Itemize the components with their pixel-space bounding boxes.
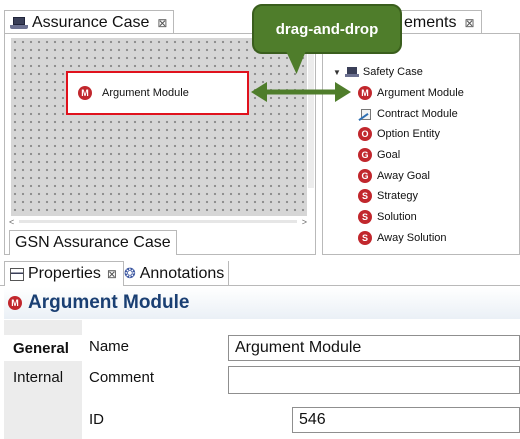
tree-item-label: Option Entity [377, 128, 440, 141]
expand-triangle-icon[interactable]: ▼ [333, 68, 341, 77]
scroll-right-icon[interactable]: > [302, 217, 307, 227]
tree-item-away-goal[interactable]: G Away Goal [333, 165, 464, 186]
tree-item-label: Argument Module [377, 87, 464, 100]
tree-item-safety-case[interactable]: ▼ Safety Case [333, 62, 464, 83]
callout-pointer [286, 52, 309, 74]
away-solution-icon: S [358, 230, 372, 245]
tree-item-label: Strategy [377, 190, 418, 203]
properties-icon [10, 267, 24, 281]
comment-label: Comment [89, 369, 155, 386]
module-icon: M [78, 86, 92, 100]
diagram-canvas[interactable]: M Argument Module [11, 38, 307, 216]
name-label: Name [89, 338, 130, 355]
close-icon[interactable]: ⊠ [107, 267, 117, 281]
tree-item-away-solution[interactable]: S Away Solution [333, 228, 464, 249]
id-field[interactable]: 546 [292, 407, 520, 433]
tab-properties[interactable]: Properties ⊠ [4, 261, 124, 286]
contract-icon [358, 107, 372, 121]
elements-palette: ▼ Safety Case M Argument Module Contract… [322, 33, 520, 255]
id-label: ID [89, 411, 104, 428]
away-goal-icon: G [358, 168, 372, 183]
tab-label: GSN Assurance Case [15, 234, 171, 251]
drag-and-drop-callout: drag-and-drop [252, 4, 402, 54]
tab-label: Properties [28, 265, 101, 282]
tab-label: ements [404, 13, 457, 31]
element-tree: ▼ Safety Case M Argument Module Contract… [333, 62, 464, 248]
tab-label: Assurance Case [32, 13, 150, 31]
comment-field[interactable] [228, 366, 520, 394]
properties-title: Argument Module [28, 292, 190, 313]
tree-item-label: Away Solution [377, 231, 447, 244]
tree-item-strategy[interactable]: S Strategy [333, 186, 464, 207]
module-icon: M [8, 296, 22, 310]
tree-item-argument-module[interactable]: M Argument Module [333, 83, 464, 104]
tree-item-solution[interactable]: S Solution [333, 207, 464, 228]
argument-module-node[interactable]: M Argument Module [66, 71, 249, 115]
tab-annotations[interactable]: ❂ Annotations [124, 261, 230, 286]
tree-item-contract-module[interactable]: Contract Module [333, 103, 464, 124]
solution-icon: S [358, 210, 372, 225]
horizontal-scrollbar[interactable]: < > [9, 217, 307, 227]
side-tab-label: General [13, 339, 69, 357]
double-arrow-icon [251, 82, 351, 102]
tree-item-goal[interactable]: G Goal [333, 145, 464, 166]
tree-item-label: Contract Module [377, 107, 458, 120]
tab-assurance-case[interactable]: Assurance Case ⊠ [4, 10, 175, 34]
side-tab-internal[interactable]: Internal [4, 364, 82, 390]
diagram-editor: M Argument Module < > GSN Assurance Case [4, 33, 316, 255]
laptop-icon [10, 16, 28, 30]
side-tab-general[interactable]: General [4, 335, 82, 361]
close-icon[interactable]: ⊠ [464, 16, 474, 30]
tree-item-label: Solution [377, 211, 417, 224]
module-icon: M [358, 86, 372, 101]
callout-label: drag-and-drop [275, 20, 379, 38]
scroll-left-icon[interactable]: < [9, 217, 14, 227]
tree-item-option-entity[interactable]: O Option Entity [333, 124, 464, 145]
tree-item-label: Goal [377, 149, 401, 162]
tab-elements[interactable]: ements ⊠ [400, 10, 482, 34]
goal-icon: G [358, 148, 372, 163]
name-field[interactable]: Argument Module [228, 335, 520, 361]
annotations-icon: ❂ [124, 265, 136, 281]
tree-item-label: Away Goal [377, 169, 430, 182]
tab-label: Annotations [139, 264, 225, 282]
tree-item-label: Safety Case [362, 66, 423, 79]
properties-side-tabs: General Internal [4, 320, 82, 439]
node-label: Argument Module [102, 87, 189, 99]
side-tab-label: Internal [13, 368, 64, 386]
option-icon: O [358, 127, 372, 142]
close-icon[interactable]: ⊠ [157, 16, 167, 30]
tab-gsn-assurance-case[interactable]: GSN Assurance Case [9, 230, 177, 255]
properties-title-bar: M Argument Module [4, 287, 520, 319]
vertical-scrollbar[interactable] [308, 38, 314, 188]
laptop-icon [344, 66, 359, 78]
strategy-icon: S [358, 189, 372, 204]
